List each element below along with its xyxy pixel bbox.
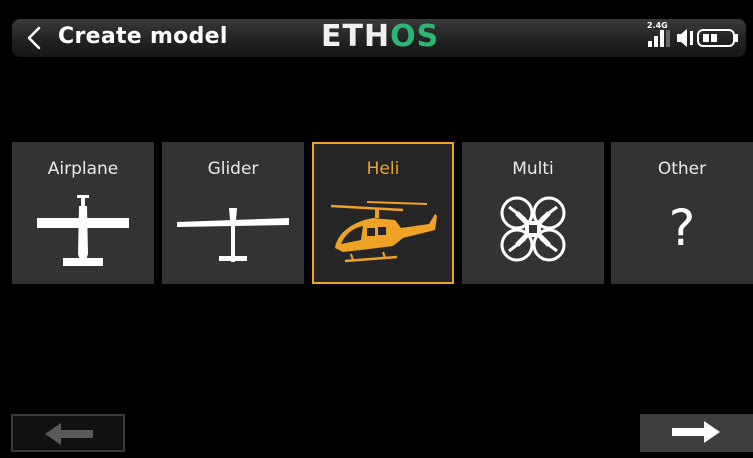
signal-strength-icon <box>648 30 670 47</box>
tile-label: Other <box>657 159 707 179</box>
page-title: Create model <box>58 24 228 49</box>
volume-icon <box>677 29 693 47</box>
glider-icon <box>177 208 289 262</box>
brand-logo: ETHOS <box>321 19 440 54</box>
tile-label: Glider <box>207 159 259 179</box>
battery-icon <box>697 29 738 47</box>
model-type-multi[interactable]: Multi <box>462 142 604 284</box>
model-type-other[interactable]: Other ? <box>611 142 753 284</box>
model-type-airplane[interactable]: Airplane <box>12 142 154 284</box>
question-mark-icon: ? <box>668 199 696 257</box>
status-icons <box>648 29 738 47</box>
quadcopter-icon <box>500 196 566 262</box>
tile-label: Multi <box>512 159 554 179</box>
previous-button[interactable] <box>11 414 125 452</box>
next-button[interactable] <box>640 414 753 452</box>
back-chevron-icon[interactable] <box>22 25 48 51</box>
model-type-glider[interactable]: Glider <box>162 142 304 284</box>
top-bar: Create model ETHOS 2.4G <box>0 0 753 70</box>
arrow-right-icon <box>672 421 720 443</box>
helicopter-icon <box>330 201 437 263</box>
airplane-icon <box>37 195 129 266</box>
model-type-heli[interactable]: Heli <box>312 142 454 284</box>
tile-label: Airplane <box>47 159 119 179</box>
tile-label: Heli <box>366 159 400 179</box>
arrow-left-icon <box>45 423 93 445</box>
